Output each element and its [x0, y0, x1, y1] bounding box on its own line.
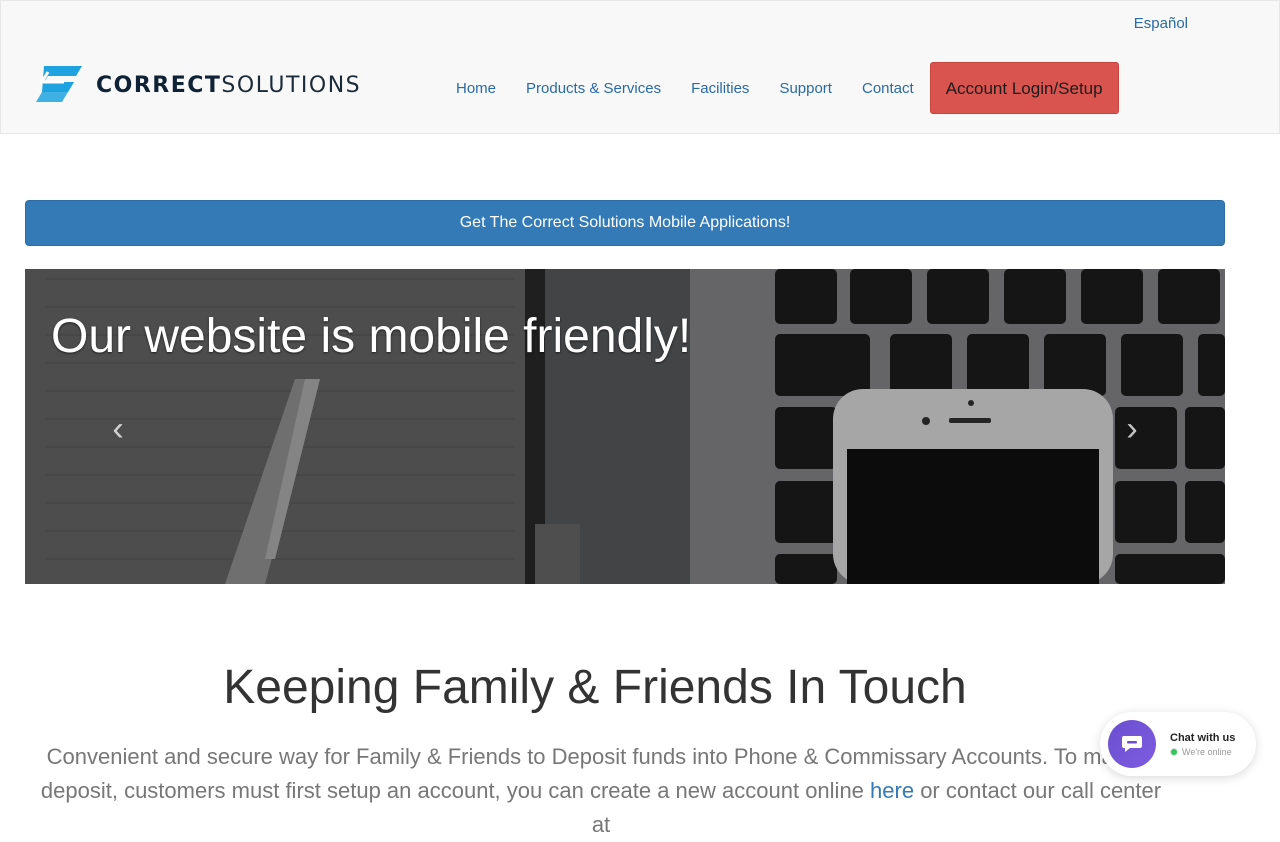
- carousel-caption: Our website is mobile friendly!: [51, 310, 692, 363]
- logo-wordmark: CORRECTSOLUTIONS: [96, 73, 361, 98]
- nav-facilities[interactable]: Facilities: [676, 80, 764, 97]
- main-nav: Home Products & Services Facilities Supp…: [441, 62, 1119, 114]
- chat-status: We're online: [1170, 747, 1235, 757]
- logo-text-light: SOLUTIONS: [221, 73, 362, 98]
- nav-support[interactable]: Support: [764, 80, 847, 97]
- site-header: Español CORRECTSOLUTIONS Home Products &…: [0, 0, 1280, 134]
- chat-icon: [1122, 736, 1142, 752]
- nav-contact[interactable]: Contact: [847, 80, 929, 97]
- carousel-next-icon[interactable]: ›: [1112, 409, 1152, 449]
- language-link-espanol[interactable]: Español: [1134, 15, 1188, 32]
- logo-icon: [36, 66, 82, 102]
- chat-status-text: We're online: [1182, 746, 1232, 757]
- nav-products-services[interactable]: Products & Services: [511, 80, 676, 97]
- hero-carousel: Our website is mobile friendly! ‹ ›: [25, 269, 1225, 584]
- account-login-button[interactable]: Account Login/Setup: [929, 62, 1119, 114]
- intro-text: Convenient and secure way for Family & F…: [36, 740, 1166, 842]
- carousel-prev-icon[interactable]: ‹: [98, 409, 138, 449]
- nav-home[interactable]: Home: [441, 80, 511, 97]
- create-account-link[interactable]: here: [870, 778, 914, 803]
- mobile-apps-banner-button[interactable]: Get The Correct Solutions Mobile Applica…: [25, 200, 1225, 246]
- chat-widget[interactable]: Chat with us We're online: [1100, 712, 1256, 776]
- intro-title: Keeping Family & Friends In Touch: [223, 661, 967, 714]
- online-status-dot: [1170, 747, 1178, 756]
- logo-text-bold: CORRECT: [96, 73, 222, 98]
- chat-bubble-icon[interactable]: [1108, 720, 1156, 768]
- chat-title: Chat with us: [1170, 731, 1236, 744]
- chat-text: Chat with us We're online: [1170, 732, 1235, 757]
- site-logo[interactable]: CORRECTSOLUTIONS: [34, 64, 361, 107]
